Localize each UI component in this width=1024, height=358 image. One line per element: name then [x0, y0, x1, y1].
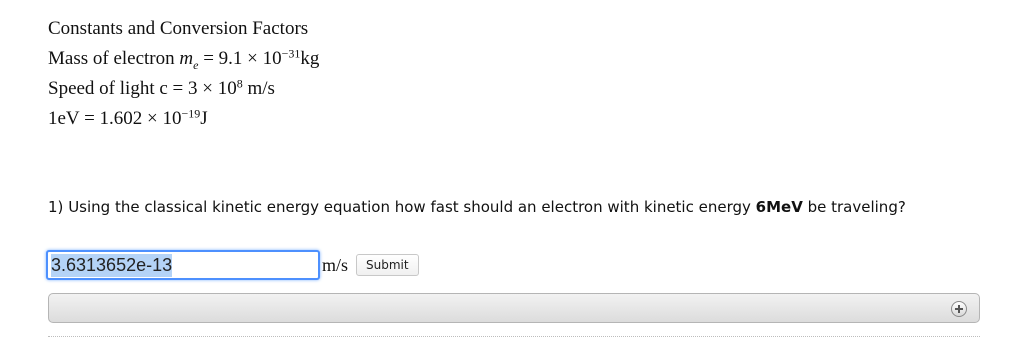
speed-of-light-line: Speed of light c = 3 × 108 m/s: [48, 74, 319, 104]
electron-volt-unit: J: [200, 108, 208, 129]
divider: [48, 336, 980, 337]
electron-volt-line: 1eV = 1.602 × 10−19J: [48, 104, 319, 134]
feedback-panel[interactable]: [48, 293, 980, 323]
speed-of-light-mantissa: 3 × 10: [188, 78, 237, 99]
question-page: Constants and Conversion Factors Mass of…: [0, 0, 1024, 358]
speed-of-light-unit: m/s: [247, 78, 275, 99]
electron-volt-equals: =: [84, 108, 95, 129]
electron-mass-exponent: −31: [281, 46, 301, 61]
electron-volt-exponent: −19: [181, 106, 201, 121]
question-number: 1): [48, 198, 64, 216]
answer-row: 3.6313652e-13 m/s Submit: [46, 249, 419, 281]
question-text: 1) Using the classical kinetic energy eq…: [48, 198, 906, 216]
question-energy: 6MeV: [755, 198, 803, 216]
speed-of-light-equals: =: [172, 78, 184, 99]
submit-button[interactable]: Submit: [356, 254, 419, 276]
answer-input-value: 3.6313652e-13: [51, 253, 173, 277]
electron-mass-equals: =: [203, 48, 214, 69]
constants-heading: Constants and Conversion Factors: [48, 18, 309, 39]
speed-of-light-exponent: 8: [236, 76, 243, 91]
question-text-after: be traveling?: [807, 198, 906, 216]
electron-mass-label: Mass of electron: [48, 48, 175, 69]
electron-volt-label: 1eV: [48, 108, 80, 129]
electron-mass-unit: kg: [300, 48, 320, 69]
answer-input[interactable]: 3.6313652e-13: [46, 250, 320, 280]
speed-of-light-label: Speed of light c: [48, 78, 168, 99]
answer-unit: m/s: [322, 254, 349, 275]
electron-mass-symbol: me: [179, 48, 199, 72]
question-text-before: Using the classical kinetic energy equat…: [68, 198, 751, 216]
plus-circle-icon[interactable]: [951, 301, 967, 317]
electron-volt-mantissa: 1.602 × 10: [99, 108, 182, 129]
electron-mass-line: Mass of electron me = 9.1 × 10−31kg: [48, 44, 319, 74]
electron-mass-mantissa: 9.1 × 10: [218, 48, 282, 69]
constants-block: Constants and Conversion Factors Mass of…: [48, 14, 319, 134]
